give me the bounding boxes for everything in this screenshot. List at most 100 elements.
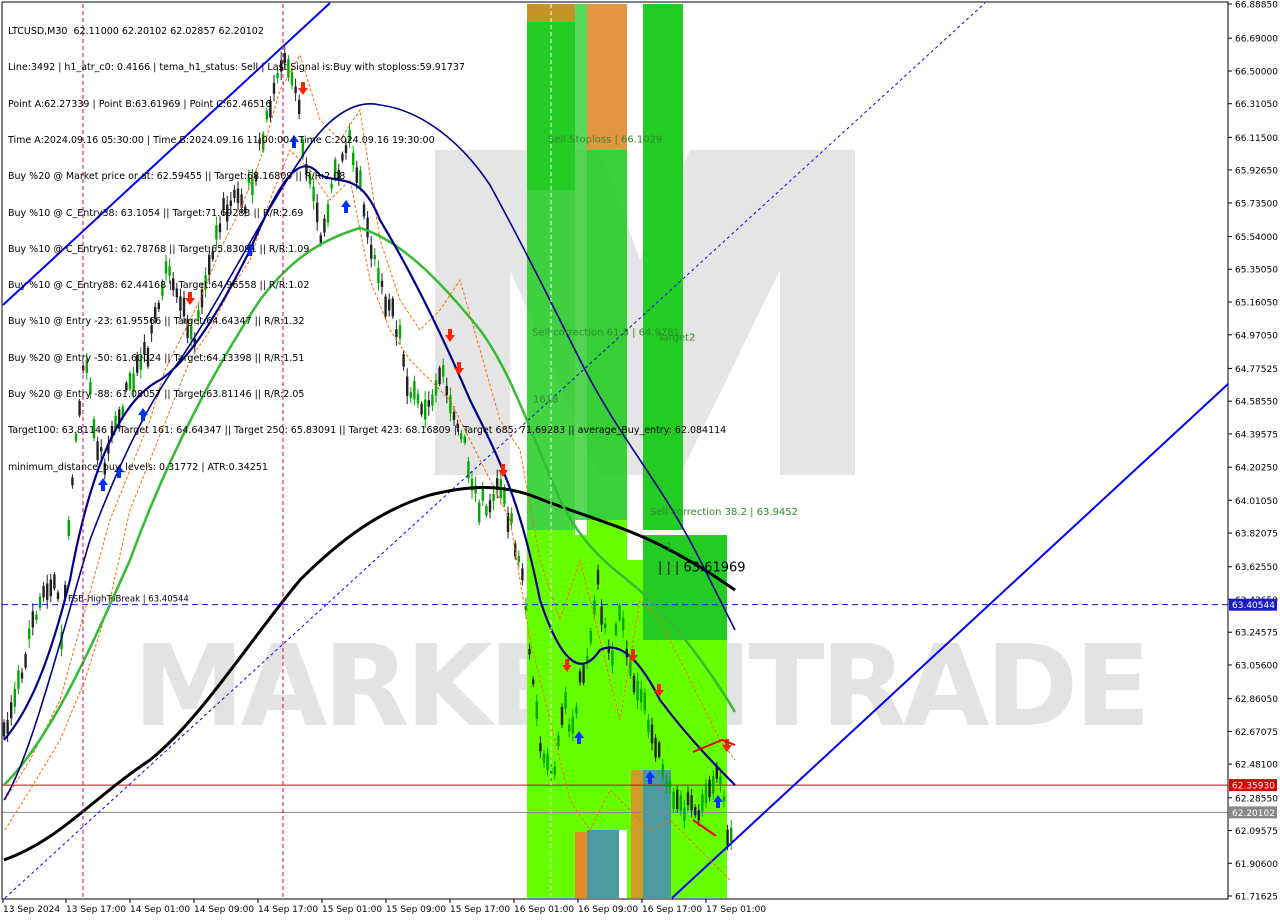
candle-body [697,810,700,821]
candle-body [38,596,42,608]
x-tick-label: 15 Sep 17:00 [450,905,510,915]
chart-info-panel: LTCUSD,M30 62.11000 62.20102 62.02857 62… [8,2,726,486]
y-tick-label: 65.54000 [1235,233,1278,243]
candle-body [571,717,574,734]
candle-body [708,779,711,798]
candle-body [611,650,614,666]
candle-body [719,776,722,785]
y-tick-label: 65.92650 [1235,166,1278,176]
candle-body [35,614,38,620]
signal-zone [643,535,683,640]
candle-body [654,738,657,758]
candle-body [546,753,549,771]
candle-body [517,555,520,563]
candle-body [28,628,31,640]
candle-body [658,742,661,757]
candle-body [722,796,726,801]
candle-body [614,623,618,635]
info-line: Buy %10 @ C_Entry88: 62.44168 || Target:… [8,280,310,292]
candle-body [492,494,495,502]
candle-body [596,569,600,585]
candle-body [600,606,603,625]
signal-zone [587,830,619,898]
candle-body [622,618,625,631]
y-tick-label: 66.31050 [1235,100,1278,110]
candle-body [67,519,70,537]
candle-body [42,586,45,598]
candle-body [553,766,556,775]
chart-annotation: | | | 63.61969 [658,561,746,576]
y-tick-label: 66.69000 [1235,35,1278,45]
chart-annotation: Sell correction 38.2 | 63.9452 [650,507,798,518]
y-tick-label: 66.11500 [1235,134,1278,144]
x-tick-label: 17 Sep 01:00 [706,905,766,915]
candle-body [560,706,564,725]
candle-body [532,679,535,685]
y-tick-label: 65.35050 [1235,266,1278,276]
y-tick-label: 63.05600 [1235,661,1278,671]
info-line: minimum_distance_buy_levels: 0.31772 | A… [8,461,268,473]
candle-body [604,623,607,629]
y-tick-label: 62.48100 [1235,761,1278,771]
candle-body [647,719,650,733]
y-tick-label: 62.28550 [1235,794,1278,804]
candle-body [535,701,538,719]
candle-body [694,806,697,816]
info-line: Point A:62.27339 | Point B:63.61969 | Po… [8,98,272,110]
x-tick-label: 16 Sep 01:00 [514,905,574,915]
signal-zone [587,520,627,830]
candle-body [31,611,34,628]
y-tick-label: 64.20250 [1235,464,1278,474]
candle-body [726,829,729,846]
candle-body [564,692,567,709]
y-tick-label: 61.71625 [1235,893,1278,903]
candle-body [686,792,690,806]
candle-body [661,764,664,777]
x-tick-label: 14 Sep 09:00 [194,905,254,915]
signal-zone [631,770,643,898]
candle-body [712,775,715,794]
candle-body [568,724,571,732]
level-label: FSB-HighToBreak | 63.40544 [68,595,189,605]
x-tick-label: 14 Sep 01:00 [130,905,190,915]
price-tag-label: 63.40544 [1232,601,1275,611]
candle-body [49,579,52,597]
info-line: Buy %10 @ Entry -23: 61.95566 || Target:… [8,316,305,328]
y-tick-label: 61.90600 [1235,860,1278,870]
y-tick-label: 65.73500 [1235,199,1278,209]
candle-body [586,656,589,662]
signal-zone [683,535,727,640]
y-tick-label: 62.67075 [1235,728,1278,738]
y-tick-label: 66.88850 [1235,1,1278,11]
candle-body [488,500,492,513]
candle-body [557,735,560,747]
y-tick-label: 66.50000 [1235,68,1278,78]
candle-body [582,665,585,683]
info-line: Target100: 63.81146 || Target 161: 64.64… [8,425,727,437]
candle-body [690,795,693,811]
info-line: Buy %10 @ C_Entry38: 63.1054 || Target:7… [8,207,304,219]
y-tick-label: 64.77525 [1235,365,1278,375]
candle-body [481,487,484,501]
candle-body [589,630,592,643]
candle-body [704,783,708,804]
candle-body [24,654,27,668]
candle-body [676,789,679,810]
candle-body [636,680,639,701]
y-tick-label: 64.97050 [1235,331,1278,341]
candle-body [528,648,531,655]
info-line: Buy %10 @ C_Entry61: 62.78768 || Target:… [8,243,310,255]
candle-body [53,574,56,589]
price-tag-label: 62.20102 [1232,809,1275,819]
x-tick-label: 13 Sep 17:00 [66,905,126,915]
candle-body [643,692,646,711]
info-line: Line:3492 | h1_atr_c0: 0.4166 | tema_h1_… [8,62,465,74]
signal-zone [575,832,587,898]
y-tick-label: 63.62550 [1235,563,1278,573]
candle-body [2,722,6,737]
candle-body [13,688,16,707]
y-tick-label: 65.16050 [1235,299,1278,309]
x-tick-label: 15 Sep 09:00 [386,905,446,915]
candle-body [17,670,20,689]
candle-body [618,605,621,620]
